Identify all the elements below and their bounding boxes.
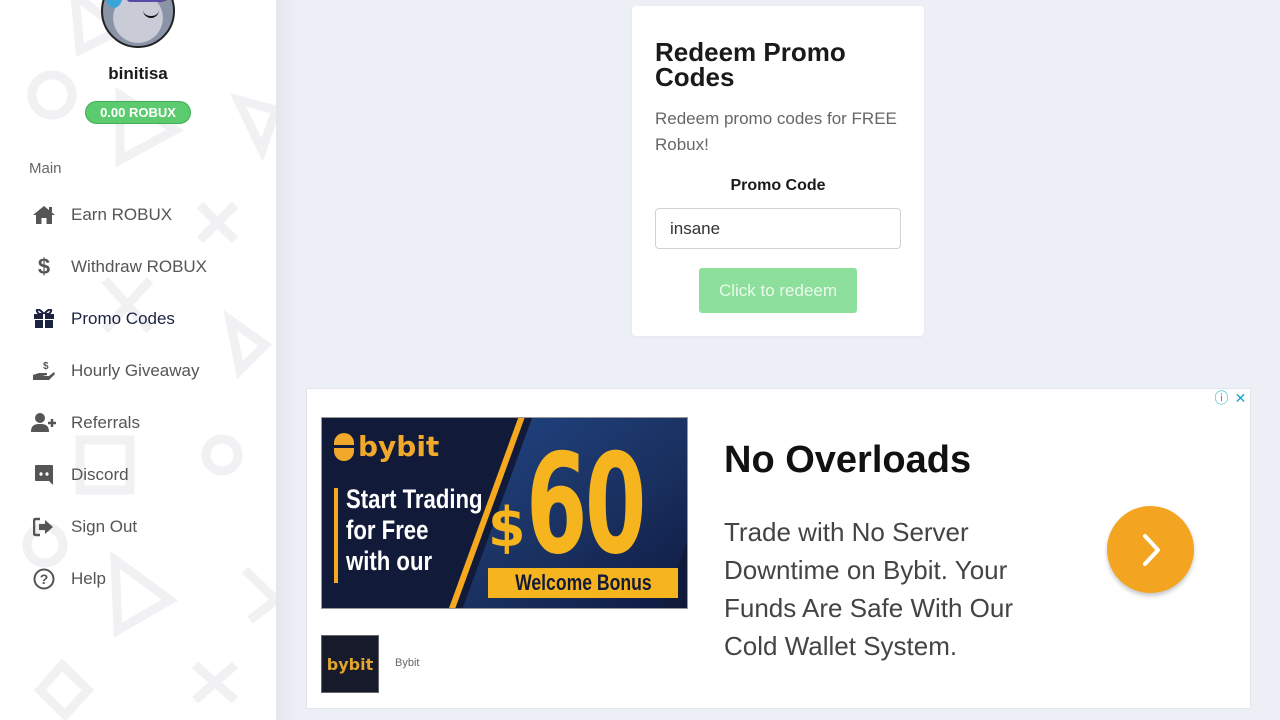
sidebar-item-label: Withdraw ROBUX — [71, 257, 208, 276]
redeem-button[interactable]: Click to redeem — [699, 268, 857, 313]
banner-accent-bar — [334, 488, 338, 583]
bybit-logo: bybit — [334, 430, 439, 463]
svg-text:?: ? — [40, 571, 49, 587]
sidebar-item-label: Referrals — [71, 413, 140, 432]
sidebar-item-earn-robux[interactable]: Earn ROBUX — [0, 189, 276, 241]
sidebar-item-label: Hourly Giveaway — [71, 361, 200, 380]
promo-code-label: Promo Code — [730, 177, 826, 194]
dollar-icon: $ — [37, 254, 51, 279]
advertisement[interactable]: ⓘ ✕ bybit Start Trading for Free with ou… — [306, 388, 1251, 709]
advertiser-logo[interactable]: bybit — [321, 635, 379, 693]
sidebar-item-label: Help — [71, 569, 106, 588]
ad-banner-image[interactable]: bybit Start Trading for Free with our $6… — [321, 417, 688, 609]
promo-code-card: Redeem Promo Codes Redeem promo codes fo… — [632, 6, 924, 336]
discord-icon — [31, 464, 57, 486]
sidebar-item-help[interactable]: ? Help — [0, 553, 276, 605]
promo-description: Redeem promo codes for FREE Robux! — [655, 109, 897, 154]
banner-tagline: Start Trading for Free with our — [346, 484, 483, 576]
chevron-right-icon — [1142, 533, 1160, 566]
ad-body-text: Trade with No Server Downtime on Bybit. … — [724, 517, 1014, 661]
sidebar-item-promo-codes[interactable]: Promo Codes — [0, 293, 276, 345]
sidebar-item-label: Sign Out — [71, 517, 138, 536]
advertiser-name[interactable]: Bybit — [395, 657, 419, 669]
ad-headline[interactable]: No Overloads — [724, 439, 971, 482]
home-icon — [31, 204, 57, 226]
username: binitisa — [108, 64, 168, 83]
sidebar-item-sign-out[interactable]: Sign Out — [0, 501, 276, 553]
ad-controls: ⓘ ✕ — [1214, 390, 1248, 406]
question-circle-icon: ? — [31, 568, 57, 590]
sidebar-item-withdraw-robux[interactable]: $ Withdraw ROBUX — [0, 241, 276, 293]
sidebar-item-referrals[interactable]: Referrals — [0, 397, 276, 449]
page-title: Redeem Promo Codes — [655, 37, 846, 92]
bybit-coin-icon — [334, 432, 354, 461]
sidebar-item-label: Discord — [71, 465, 129, 484]
sidebar-item-label: Promo Codes — [71, 309, 175, 328]
user-plus-icon — [31, 412, 57, 434]
ad-close-icon[interactable]: ✕ — [1233, 390, 1248, 406]
sidebar-edge — [276, 0, 296, 720]
svg-text:$: $ — [43, 361, 49, 372]
sign-out-icon — [31, 516, 57, 538]
gift-icon — [31, 308, 57, 330]
sidebar-item-label: Earn ROBUX — [71, 205, 173, 224]
banner-bonus-amount: $60 — [488, 424, 646, 585]
ad-cta-button[interactable] — [1107, 506, 1194, 593]
avatar — [101, 0, 175, 48]
promo-code-input[interactable] — [655, 208, 901, 249]
ad-info-icon[interactable]: ⓘ — [1214, 390, 1229, 406]
sidebar-item-discord[interactable]: Discord — [0, 449, 276, 501]
sidebar: binitisa 0.00 ROBUX Main Earn ROBUX $ Wi… — [0, 0, 276, 720]
section-label-main: Main — [29, 160, 62, 177]
sidebar-item-hourly-giveaway[interactable]: $ Hourly Giveaway — [0, 345, 276, 397]
banner-welcome-bonus: Welcome Bonus — [488, 568, 678, 598]
hand-dollar-icon: $ — [31, 360, 57, 382]
sidebar-nav: Earn ROBUX $ Withdraw ROBUX Promo Codes … — [0, 189, 276, 605]
balance-badge: 0.00 ROBUX — [85, 101, 191, 124]
